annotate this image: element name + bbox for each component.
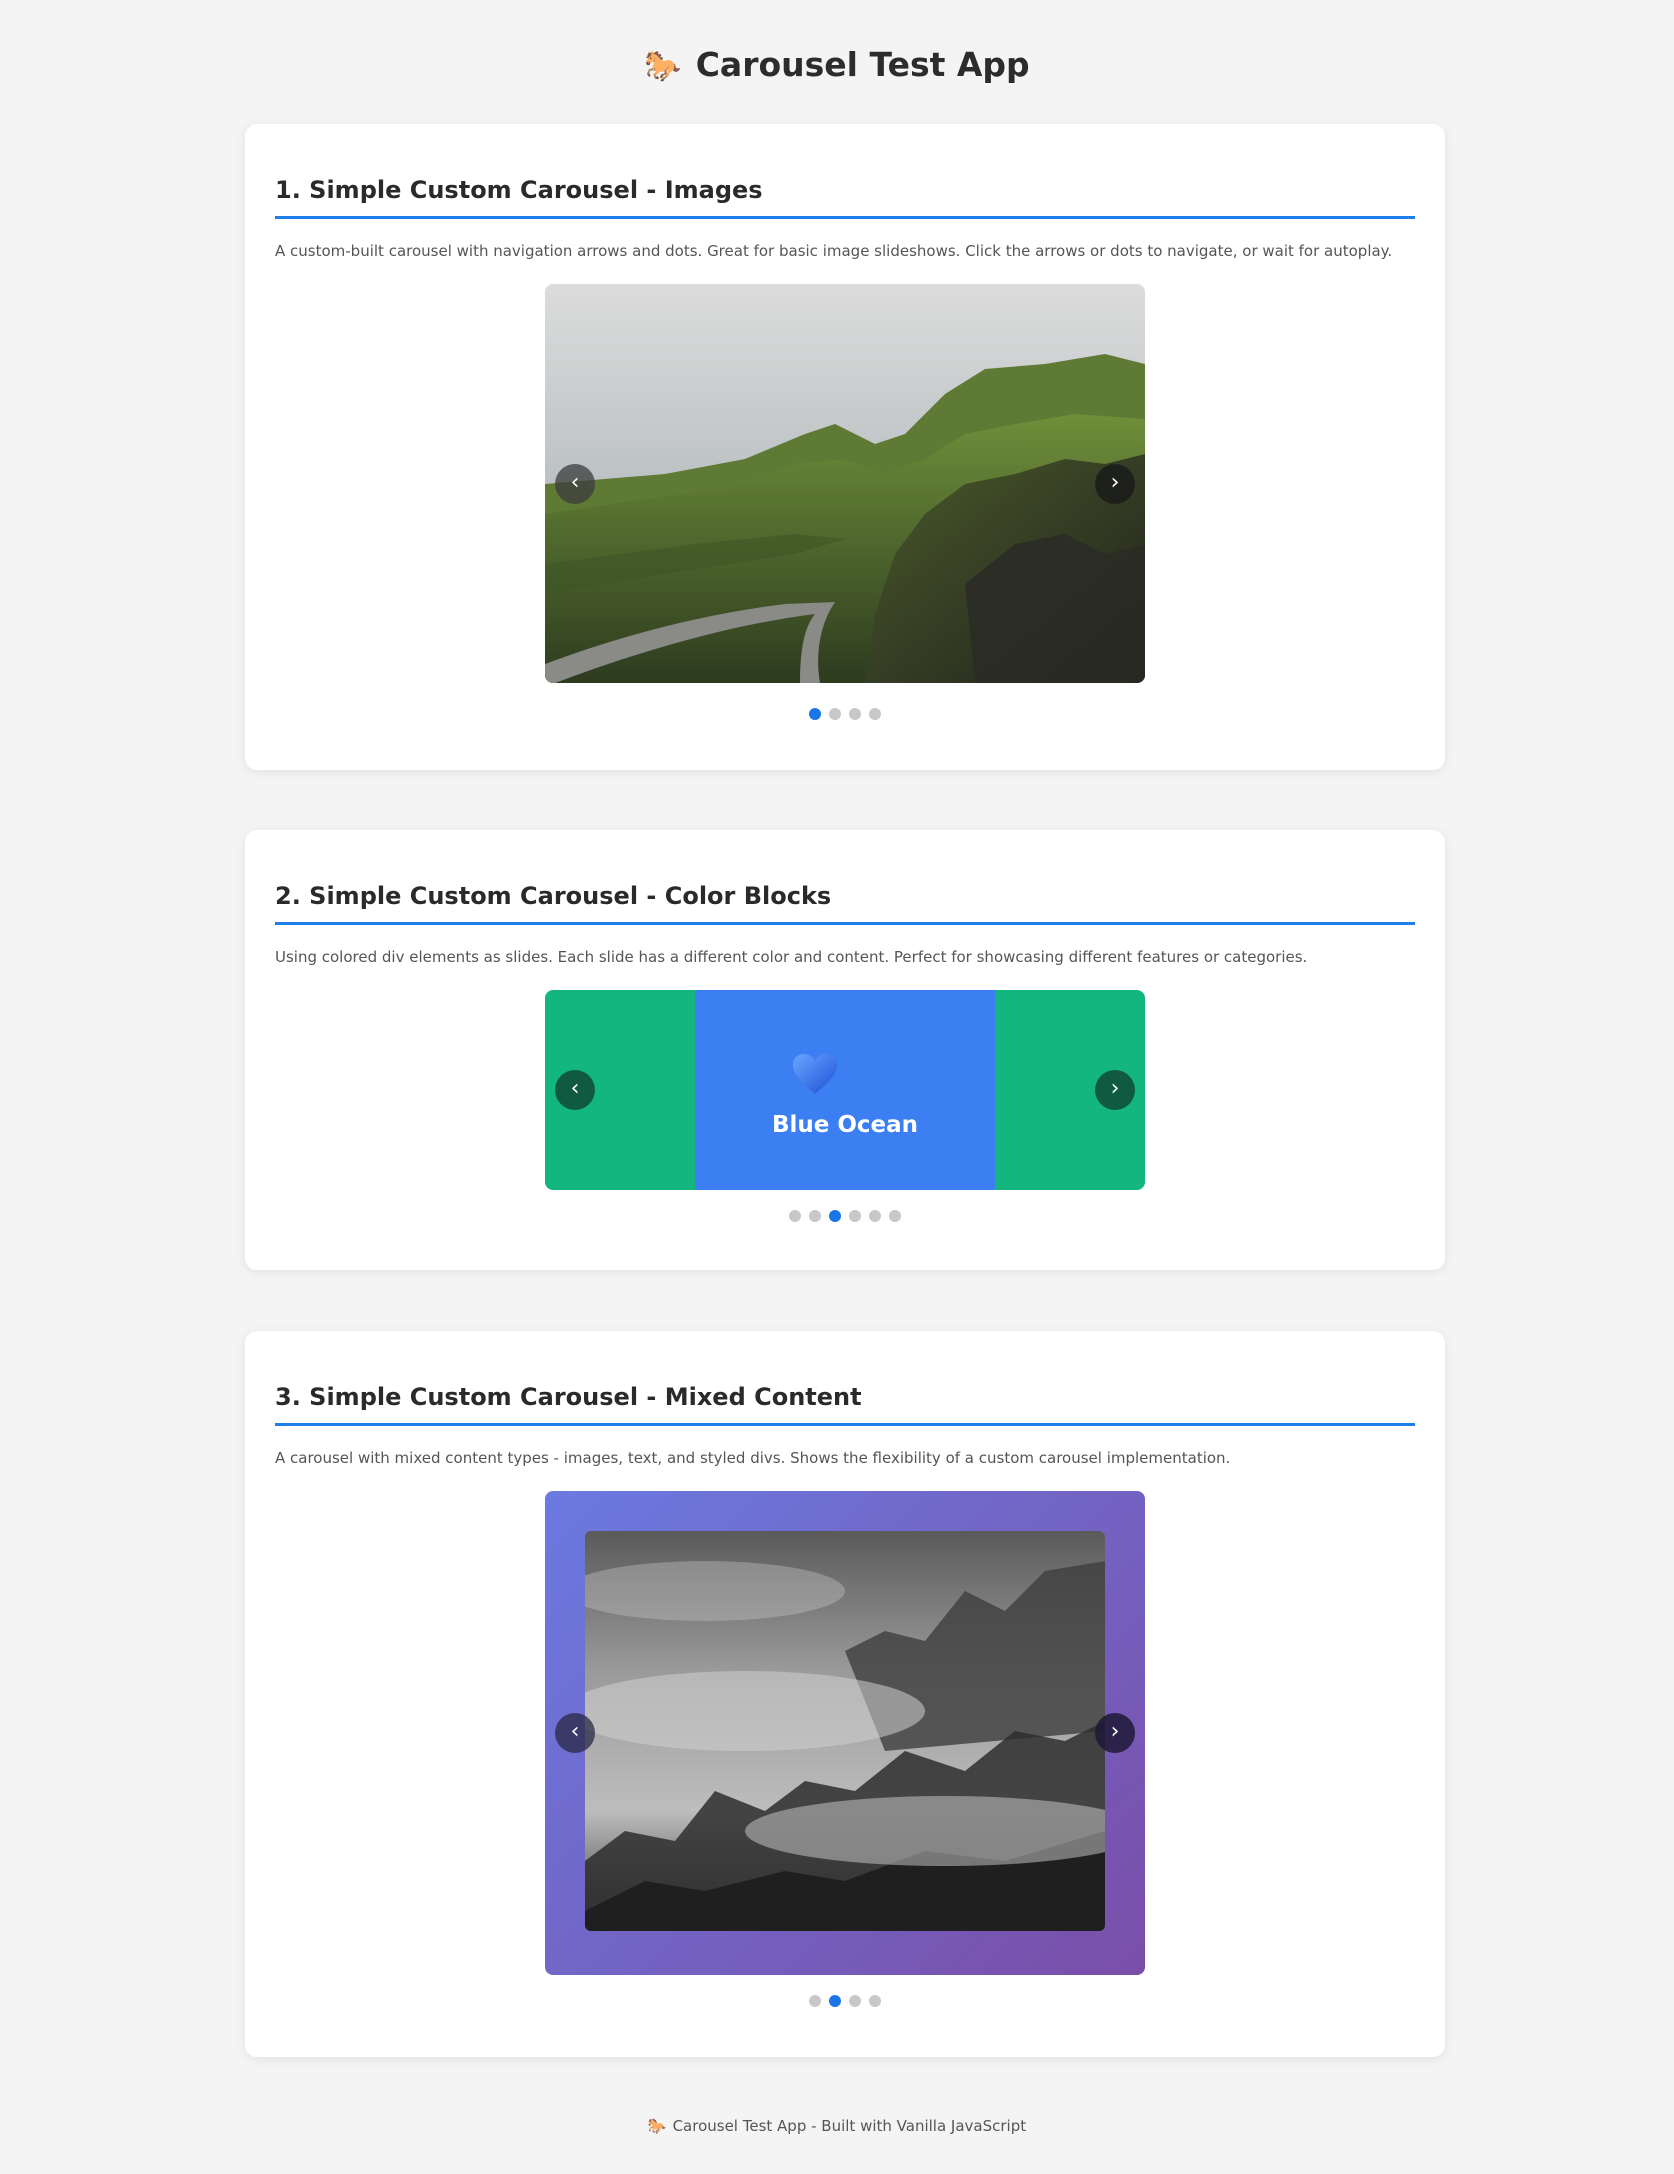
carousel-dot[interactable] (869, 1995, 881, 2007)
carousel-dot[interactable] (829, 708, 841, 720)
carousel-dots (245, 1995, 1445, 2007)
carousel-section-color-blocks: 2. Simple Custom Carousel - Color Blocks… (245, 830, 1445, 1270)
carousel-dot[interactable] (849, 1210, 861, 1222)
horse-icon: 🐎 (644, 49, 682, 84)
carousel-dot[interactable] (869, 1210, 881, 1222)
horse-icon: 🐎 (647, 2117, 667, 2135)
carousel-dot[interactable] (809, 1995, 821, 2007)
footer-text: Carousel Test App - Built with Vanilla J… (672, 2117, 1027, 2135)
current-slide: Blue Ocean (695, 990, 995, 1190)
foggy-forest-image (585, 1531, 1105, 1931)
carousel-dot[interactable] (789, 1210, 801, 1222)
carousel-dot[interactable] (829, 1210, 841, 1222)
section-title: 3. Simple Custom Carousel - Mixed Conten… (275, 1383, 1415, 1426)
footer: 🐎 Carousel Test App - Built with Vanilla … (0, 2117, 1674, 2135)
mountain-landscape-image (545, 284, 1145, 683)
carousel-dot[interactable] (809, 1210, 821, 1222)
blue-heart-icon (791, 1052, 837, 1094)
prev-arrow-button[interactable]: ‹ (555, 1713, 595, 1753)
next-arrow-button[interactable]: › (1095, 1070, 1135, 1110)
section-title: 1. Simple Custom Carousel - Images (275, 176, 1415, 219)
carousel-dot[interactable] (849, 1995, 861, 2007)
carousel-viewport[interactable]: ‹ › (545, 1491, 1145, 1975)
app-title: 🐎 Carousel Test App (0, 40, 1674, 92)
section-description: Using colored div elements as slides. Ea… (275, 948, 1308, 966)
carousel-dot[interactable] (869, 708, 881, 720)
prev-arrow-button[interactable]: ‹ (555, 464, 595, 504)
carousel-viewport[interactable]: ‹ › (545, 284, 1145, 683)
carousel-section-mixed-content: 3. Simple Custom Carousel - Mixed Conten… (245, 1331, 1445, 2057)
carousel-dot[interactable] (829, 1995, 841, 2007)
next-arrow-button[interactable]: › (1095, 1713, 1135, 1753)
section-title: 2. Simple Custom Carousel - Color Blocks (275, 882, 1415, 925)
carousel-dots (245, 1210, 1445, 1222)
carousel-dot[interactable] (809, 708, 821, 720)
prev-arrow-button[interactable]: ‹ (555, 1070, 595, 1110)
carousel-dot[interactable] (889, 1210, 901, 1222)
slide-label: Blue Ocean (771, 1112, 919, 1138)
carousel-section-images: 1. Simple Custom Carousel - Images A cus… (245, 124, 1445, 770)
app-title-text: Carousel Test App (695, 45, 1030, 84)
carousel-viewport[interactable]: Blue Ocean ‹ › (545, 990, 1145, 1190)
section-description: A custom-built carousel with navigation … (275, 242, 1393, 260)
carousel-dot[interactable] (849, 708, 861, 720)
carousel-dots (245, 708, 1445, 720)
section-description: A carousel with mixed content types - im… (275, 1449, 1231, 1467)
next-arrow-button[interactable]: › (1095, 464, 1135, 504)
